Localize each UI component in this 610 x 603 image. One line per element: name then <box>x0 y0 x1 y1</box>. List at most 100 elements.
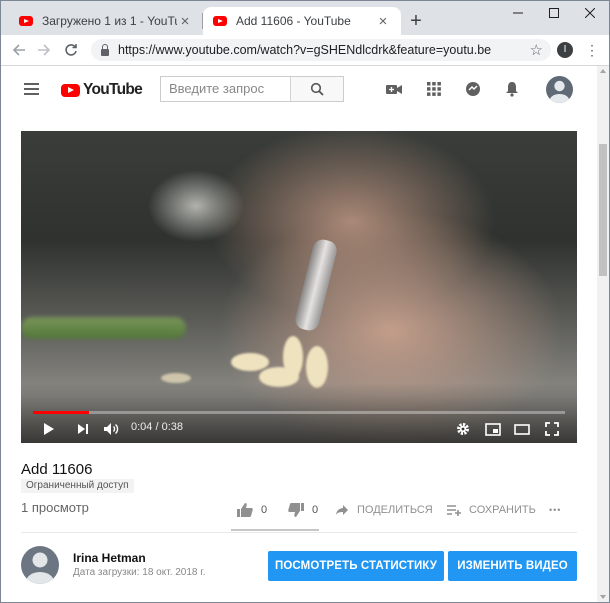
vertical-scrollbar[interactable] <box>597 66 609 602</box>
upload-date: Дата загрузки: 18 окт. 2018 г. <box>73 567 206 578</box>
share-label: ПОДЕЛИТЬСЯ <box>357 504 433 516</box>
back-button[interactable] <box>9 40 29 60</box>
browser-toolbar: https://www.youtube.com/watch?v=gSHENdlc… <box>1 35 609 66</box>
progress-bar[interactable] <box>33 411 565 414</box>
like-count: 0 <box>261 504 268 516</box>
search-box: Введите запрос <box>160 76 344 102</box>
user-silhouette-icon <box>549 80 570 103</box>
edit-video-button[interactable]: ИЗМЕНИТЬ ВИДЕО <box>448 551 577 581</box>
miniplayer-icon <box>485 422 501 436</box>
like-button[interactable]: 0 <box>236 500 267 520</box>
user-silhouette-icon <box>26 552 54 584</box>
video-player[interactable]: 0:04 / 0:38 <box>21 131 577 443</box>
sentiment-bar <box>231 529 319 531</box>
account-avatar[interactable] <box>546 76 573 103</box>
tab-title: Загружено 1 из 1 - YouTube <box>42 14 177 28</box>
video-camera-icon <box>386 85 402 94</box>
theater-mode-icon <box>514 423 530 435</box>
share-button[interactable]: ПОДЕЛИТЬСЯ <box>335 500 433 520</box>
privacy-badge: Ограниченный доступ <box>21 479 134 493</box>
create-video-button[interactable] <box>384 79 404 99</box>
view-analytics-button[interactable]: ПОСМОТРЕТЬ СТАТИСТИКУ <box>268 551 444 581</box>
fullscreen-button[interactable] <box>542 419 562 439</box>
video-frame-garlic <box>283 336 303 378</box>
next-button[interactable] <box>73 419 93 439</box>
progress-played <box>33 411 89 414</box>
volume-button[interactable] <box>101 419 123 439</box>
hamburger-menu-icon[interactable] <box>24 83 39 98</box>
save-label: СОХРАНИТЬ <box>469 504 536 516</box>
search-icon <box>310 82 324 96</box>
tab-video[interactable]: Add 11606 - YouTube × <box>203 7 401 35</box>
dislike-button[interactable]: 0 <box>287 500 318 520</box>
bookmark-star-icon[interactable]: ☆ <box>530 41 543 59</box>
volume-icon <box>104 423 119 435</box>
scroll-down-icon[interactable] <box>600 595 606 599</box>
close-tab-icon[interactable]: × <box>375 13 391 30</box>
video-frame-garlic <box>231 353 269 371</box>
fullscreen-icon <box>545 422 559 436</box>
bell-icon <box>506 82 518 97</box>
youtube-logo[interactable]: YouTube <box>61 81 143 99</box>
scrollbar-thumb[interactable] <box>599 144 607 276</box>
add-to-playlist-icon <box>447 505 461 516</box>
play-button[interactable] <box>39 419 59 439</box>
video-frame-garlic <box>306 346 328 388</box>
share-arrow-icon <box>336 505 348 515</box>
arrow-left-icon <box>12 44 25 56</box>
apps-button[interactable] <box>424 79 444 99</box>
thumbs-down-icon <box>288 503 304 517</box>
maximize-button[interactable] <box>537 1 571 25</box>
youtube-favicon-icon <box>19 16 33 26</box>
save-button[interactable]: СОХРАНИТЬ <box>446 500 536 520</box>
minimize-button[interactable] <box>501 1 535 25</box>
reload-button[interactable] <box>61 40 81 60</box>
scroll-up-icon[interactable] <box>600 69 606 73</box>
url-text: https://www.youtube.com/watch?v=gSHENdlc… <box>118 43 492 57</box>
address-bar[interactable]: https://www.youtube.com/watch?v=gSHENdlc… <box>91 39 551 61</box>
channel-name[interactable]: Irina Hetman <box>73 551 146 565</box>
youtube-favicon-icon <box>213 16 227 26</box>
browser-menu-icon[interactable]: ⋮ <box>585 42 599 58</box>
messages-button[interactable] <box>463 79 483 99</box>
tab-uploads[interactable]: Загружено 1 из 1 - YouTube × <box>9 7 203 35</box>
tab-title: Add 11606 - YouTube <box>236 14 351 28</box>
tab-strip: Загружено 1 из 1 - YouTube × Add 11606 -… <box>1 1 609 35</box>
video-title: Add 11606 <box>21 461 93 478</box>
forward-button[interactable] <box>34 40 54 60</box>
theater-mode-button[interactable] <box>512 419 532 439</box>
minimize-icon <box>513 12 523 14</box>
youtube-masthead: YouTube Введите запрос <box>1 66 597 114</box>
arrow-right-icon <box>38 44 51 56</box>
search-button[interactable] <box>290 77 343 101</box>
channel-avatar[interactable] <box>21 546 59 584</box>
profile-avatar[interactable]: I <box>557 42 573 58</box>
miniplayer-button[interactable] <box>483 419 503 439</box>
new-tab-button[interactable]: + <box>405 11 427 33</box>
close-window-button[interactable] <box>573 1 607 25</box>
settings-button[interactable] <box>453 419 473 439</box>
messages-icon <box>466 82 480 96</box>
video-frame-scallion <box>21 317 186 339</box>
lock-icon <box>101 43 109 56</box>
time-display: 0:04 / 0:38 <box>131 421 183 433</box>
view-count: 1 просмотр <box>21 500 89 515</box>
thumbs-up-icon <box>237 503 253 517</box>
youtube-play-logo-icon <box>61 83 80 97</box>
notifications-button[interactable] <box>502 79 522 99</box>
dislike-count: 0 <box>312 504 319 516</box>
youtube-wordmark: YouTube <box>83 81 143 98</box>
browser-window: Загружено 1 из 1 - YouTube × Add 11606 -… <box>0 0 610 603</box>
close-tab-icon[interactable]: × <box>177 13 193 30</box>
more-actions-icon[interactable]: ••• <box>549 500 561 520</box>
close-icon <box>585 8 595 18</box>
video-frame-garlic <box>161 373 191 383</box>
maximize-icon <box>549 8 559 18</box>
search-input[interactable]: Введите запрос <box>161 77 290 101</box>
play-icon <box>44 423 54 435</box>
reload-icon <box>65 44 77 56</box>
divider <box>21 532 577 533</box>
gear-icon <box>457 423 469 435</box>
next-icon <box>78 424 88 434</box>
video-frame-knife <box>293 237 339 333</box>
